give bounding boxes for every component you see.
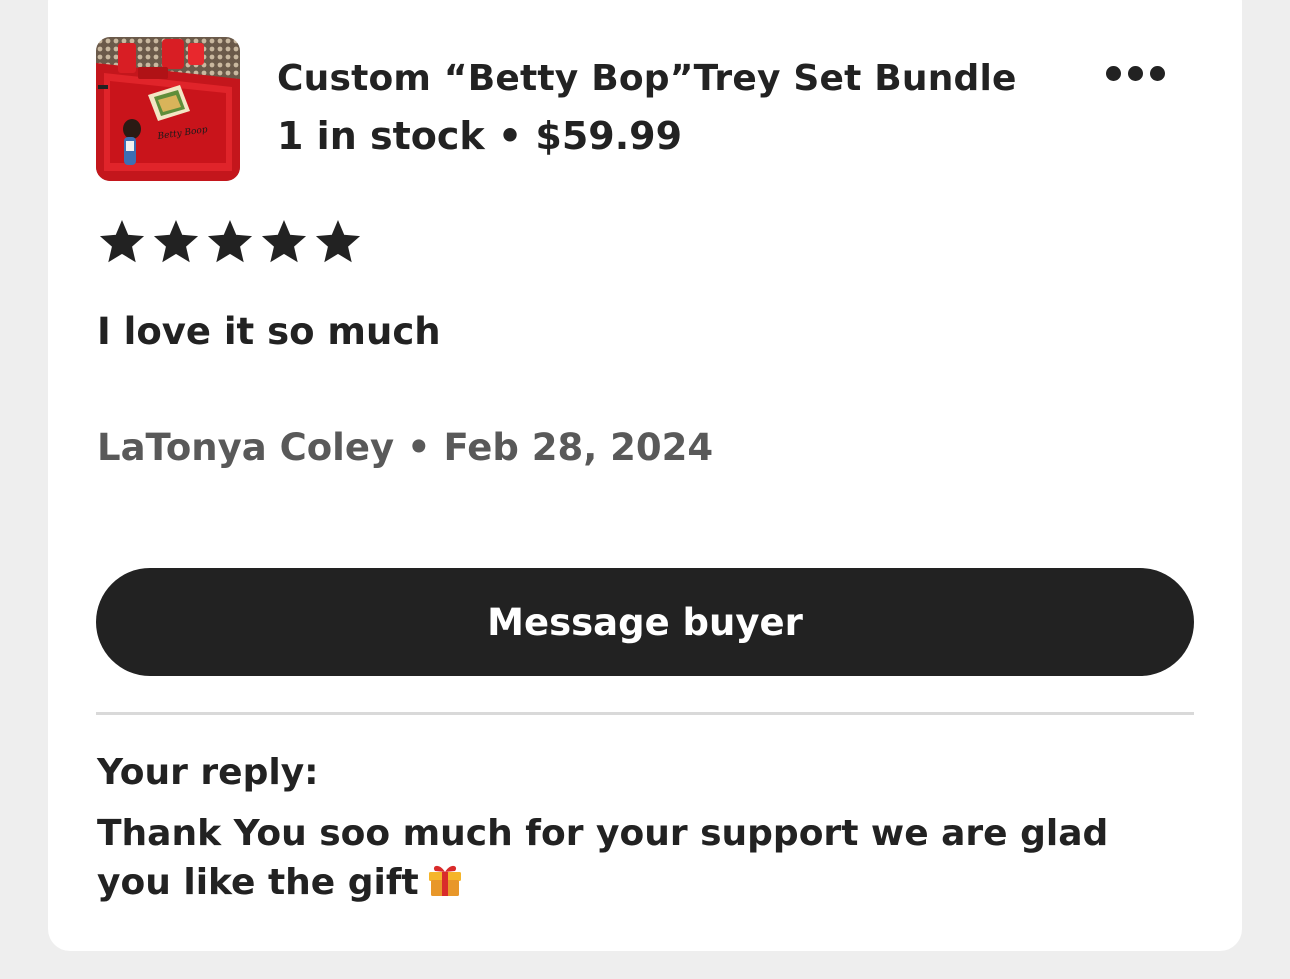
more-options-icon	[1149, 65, 1165, 81]
message-buyer-button[interactable]: Message buyer	[96, 568, 1194, 676]
product-photo-icon: Betty Boop	[96, 37, 240, 181]
reviewer-and-date: LaTonya Coley • Feb 28, 2024	[97, 426, 714, 469]
star-filled-icon	[99, 220, 145, 263]
reply-label: Your reply:	[97, 752, 319, 793]
gift-emoji-icon	[425, 858, 465, 911]
more-options-icon	[1105, 65, 1121, 81]
star-rating	[98, 218, 362, 266]
more-options-icon	[1127, 65, 1143, 81]
more-options-button[interactable]	[1094, 52, 1176, 94]
star-filled-icon	[261, 220, 307, 263]
reply-text: Thank You soo much for your support we a…	[97, 813, 1109, 903]
star-filled-icon	[153, 220, 199, 263]
star-filled-icon	[207, 220, 253, 263]
listing-title[interactable]: Custom “Betty Bop”Trey Set Bundle	[277, 58, 1017, 99]
review-text: I love it so much	[97, 310, 441, 353]
star-filled-icon	[315, 220, 361, 263]
stock-and-price: 1 in stock • $59.99	[277, 114, 683, 158]
reply-text-block: Thank You soo much for your support we a…	[97, 810, 1177, 911]
divider	[96, 712, 1194, 715]
product-thumbnail[interactable]: Betty Boop	[96, 37, 240, 181]
